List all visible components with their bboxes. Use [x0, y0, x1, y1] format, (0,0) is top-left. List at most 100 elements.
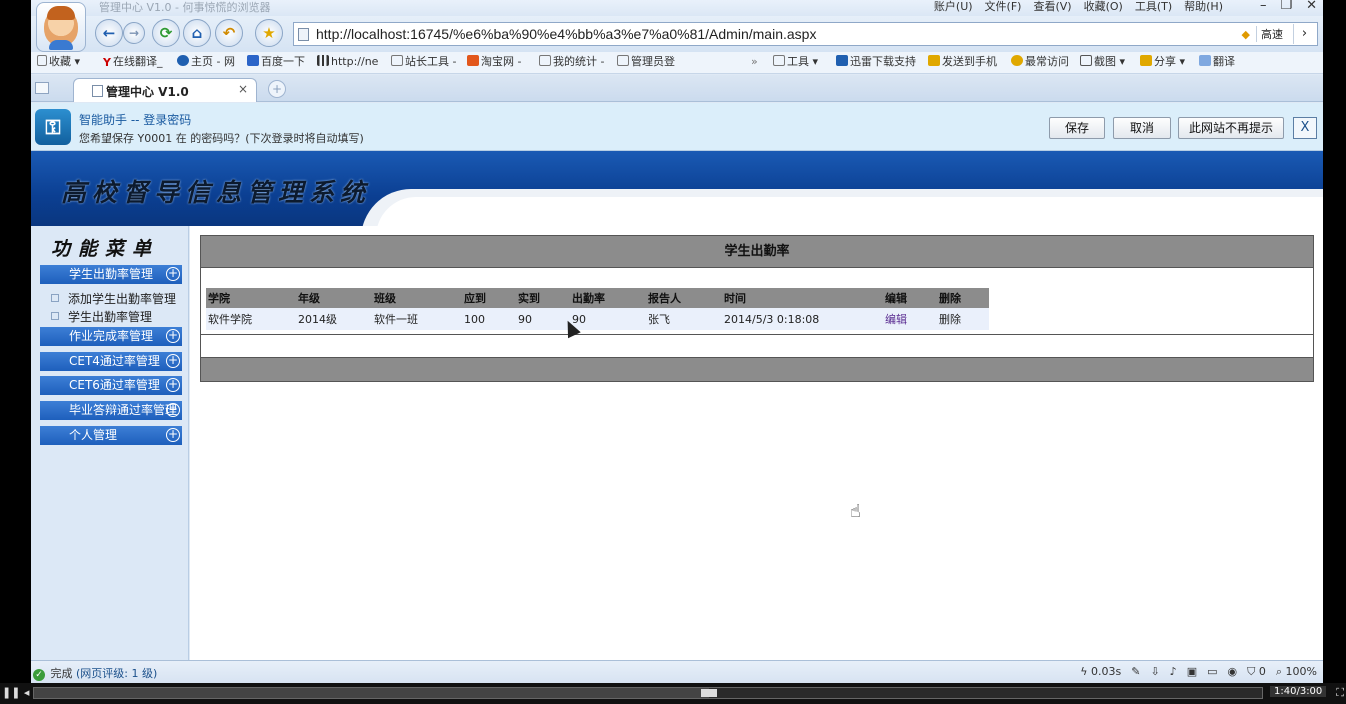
address-bar[interactable]: http://localhost:16745/%e6%ba%90%e4%bb%a… — [293, 22, 1318, 46]
col-expected: 应到 — [462, 288, 516, 308]
key-icon: ⚿ — [35, 109, 71, 145]
seek-bar[interactable] — [33, 687, 1263, 699]
bookmark-webmaster[interactable]: 站长工具 - — [391, 55, 456, 69]
bookmark-stats[interactable]: http://ne — [317, 55, 378, 69]
menu-group-homework[interactable]: 作业完成率管理 + — [40, 327, 182, 346]
sidebar-toggle-icon[interactable] — [35, 82, 49, 94]
close-helper-button[interactable]: X — [1293, 117, 1317, 139]
menu-favorites[interactable]: 收藏(O) — [1084, 0, 1123, 14]
bookmark-share[interactable]: 分享 ▾ — [1140, 55, 1185, 69]
bookmark-favorites[interactable]: 收藏 ▾ — [37, 55, 80, 69]
delete-link[interactable]: 删除 — [937, 308, 989, 330]
col-time: 时间 — [722, 288, 883, 308]
title-bar: 管理中心 V1.0 - 何事惊慌的浏览器 账户(U) 文件(F) 查看(V) 收… — [31, 0, 1323, 16]
bookmarks-bar: 收藏 ▾ Y 在线翻译_ 主页 - 网 百度一下 http://ne 站长工具 -… — [31, 52, 1323, 74]
bookmark-home[interactable]: 主页 - 网 — [177, 55, 235, 69]
expand-icon[interactable]: + — [166, 267, 180, 281]
menu-view[interactable]: 查看(V) — [1033, 0, 1071, 14]
col-actual: 实到 — [516, 288, 570, 308]
save-password-button[interactable]: 保存 — [1049, 117, 1105, 139]
menu-item-attendance[interactable]: 学生出勤率管理 — [51, 308, 152, 325]
adblock-count[interactable]: ⛉ 0 — [1247, 665, 1266, 679]
col-college: 学院 — [206, 288, 296, 308]
window-icon[interactable]: ▭ — [1207, 665, 1217, 679]
edit-link[interactable]: 编辑 — [885, 313, 907, 326]
menu-file[interactable]: 文件(F) — [985, 0, 1022, 14]
function-menu: 功能菜单 学生出勤率管理 + 添加学生出勤率管理 学生出勤率管理 作业完成率管理 +… — [31, 226, 189, 660]
expand-icon[interactable]: + — [166, 354, 180, 368]
restore-icon[interactable]: ❐ — [1280, 0, 1292, 13]
expand-icon[interactable]: + — [166, 403, 180, 417]
bookmark-baidu[interactable]: 百度一下 — [247, 55, 305, 69]
seek-handle[interactable] — [701, 689, 718, 697]
main-content: 学生出勤率 学院 年级 班级 应到 实到 出勤率 报告人 时间 编辑 删除 软件… — [190, 226, 1323, 660]
site-banner: 高校督导信息管理系统 — [31, 151, 1323, 226]
pause-icon[interactable]: ❚❚ ◂ — [2, 686, 29, 699]
col-rate: 出勤率 — [570, 288, 646, 308]
close-window-icon[interactable]: ✕ — [1306, 0, 1317, 13]
close-tab-icon[interactable]: × — [238, 82, 248, 96]
menu-item-add-attendance[interactable]: 添加学生出勤率管理 — [51, 290, 176, 307]
col-reporter: 报告人 — [646, 288, 722, 308]
password-helper-bar: ⚿ 智能助手 -- 登录密码 您希望保存 Y0001 在 的密码吗？(下次登录时… — [31, 103, 1323, 151]
new-tab-icon[interactable]: + — [268, 80, 286, 98]
expand-icon[interactable]: + — [166, 329, 180, 343]
avatar-face-icon — [44, 6, 78, 50]
never-remind-button[interactable]: 此网站不再提示 — [1178, 117, 1284, 139]
refresh-icon[interactable]: ⟳ — [152, 19, 180, 47]
menu-group-attendance[interactable]: 学生出勤率管理 + — [40, 265, 182, 284]
menu-tools[interactable]: 工具(T) — [1135, 0, 1172, 14]
system-name: 高校督导信息管理系统 — [61, 178, 372, 207]
bookmark-mystats[interactable]: 我的统计 - — [539, 55, 604, 69]
bookmark-most-visited[interactable]: 最常访问 — [1011, 55, 1069, 69]
forward-icon[interactable]: → — [123, 22, 145, 44]
col-class: 班级 — [372, 288, 462, 308]
bookmark-tools[interactable]: 工具 ▾ — [773, 55, 818, 69]
bookmarks-overflow-icon[interactable]: » — [751, 55, 758, 69]
menu-help[interactable]: 帮助(H) — [1184, 0, 1223, 14]
expand-icon[interactable]: + — [166, 428, 180, 442]
plugin-icon[interactable]: ◆ — [1242, 28, 1250, 41]
menu-group-defense[interactable]: 毕业答辩通过率管理 + — [40, 401, 182, 420]
bookmark-admin-login[interactable]: 管理员登 — [617, 55, 675, 69]
bookmark-send-phone[interactable]: 发送到手机 — [928, 55, 997, 69]
load-time: ϟ 0.03s — [1080, 665, 1122, 678]
screenshot-icon[interactable]: ▣ — [1187, 665, 1197, 679]
helper-message: 您希望保存 Y0001 在 的密码吗？(下次登录时将自动填写) — [79, 132, 364, 145]
url-text[interactable]: http://localhost:16745/%e6%ba%90%e4%bb%a… — [316, 25, 816, 43]
status-bar: ✓ 完成 (网页评级: 1 级) ϟ 0.03s ✎ ⇩ ♪ ▣ ▭ ◉ ⛉ 0… — [31, 660, 1323, 683]
minimize-icon[interactable]: – — [1260, 0, 1267, 13]
back-icon[interactable]: ← — [95, 19, 123, 47]
go-button[interactable]: › — [1293, 24, 1315, 44]
expand-icon[interactable]: + — [166, 378, 180, 392]
tree-node-icon — [51, 294, 59, 302]
zoom-level[interactable]: ⌕ 100% — [1276, 665, 1317, 679]
menu-group-cet6[interactable]: CET6通过率管理 + — [40, 376, 182, 395]
eye-icon[interactable]: ◉ — [1228, 665, 1238, 679]
speed-mode-button[interactable]: 高速 — [1256, 26, 1287, 42]
bookmark-fanyi[interactable]: 翻译 — [1199, 55, 1235, 69]
menu-account[interactable]: 账户(U) — [934, 0, 973, 14]
menu-group-personal[interactable]: 个人管理 + — [40, 426, 182, 445]
undo-close-icon[interactable]: ↶ — [215, 19, 243, 47]
tab-admin-center[interactable]: 管理中心 V1.0 × — [73, 78, 257, 102]
volume-icon[interactable]: ♪ — [1170, 665, 1177, 679]
col-edit: 编辑 — [883, 288, 937, 308]
page-rating-link[interactable]: (网页评级: 1 级) — [76, 667, 157, 680]
download-icon[interactable]: ⇩ — [1150, 665, 1159, 679]
menu-title: 功能菜单 — [51, 238, 160, 260]
bookmark-xunlei[interactable]: 迅雷下载支持 — [836, 55, 916, 69]
fullscreen-icon[interactable]: ⛶ — [1336, 686, 1344, 700]
brush-icon[interactable]: ✎ — [1131, 665, 1140, 679]
home-icon[interactable]: ⌂ — [183, 19, 211, 47]
user-avatar[interactable] — [36, 2, 86, 52]
cancel-button[interactable]: 取消 — [1113, 117, 1171, 139]
bookmark-screenshot[interactable]: 截图 ▾ — [1080, 55, 1125, 69]
bookmark-taobao[interactable]: 淘宝网 - — [467, 55, 521, 69]
zoom-icon: ⌕ — [1275, 665, 1283, 678]
bookmark-translate[interactable]: Y 在线翻译_ — [103, 55, 162, 69]
menu-group-cet4[interactable]: CET4通过率管理 + — [40, 352, 182, 371]
table-row: 软件学院 2014级 软件一班 100 90 90 张飞 2014/5/3 0:… — [206, 308, 989, 330]
window-title: 管理中心 V1.0 - 何事惊慌的浏览器 — [99, 1, 271, 14]
favorite-star-icon[interactable]: ★ — [255, 19, 283, 47]
